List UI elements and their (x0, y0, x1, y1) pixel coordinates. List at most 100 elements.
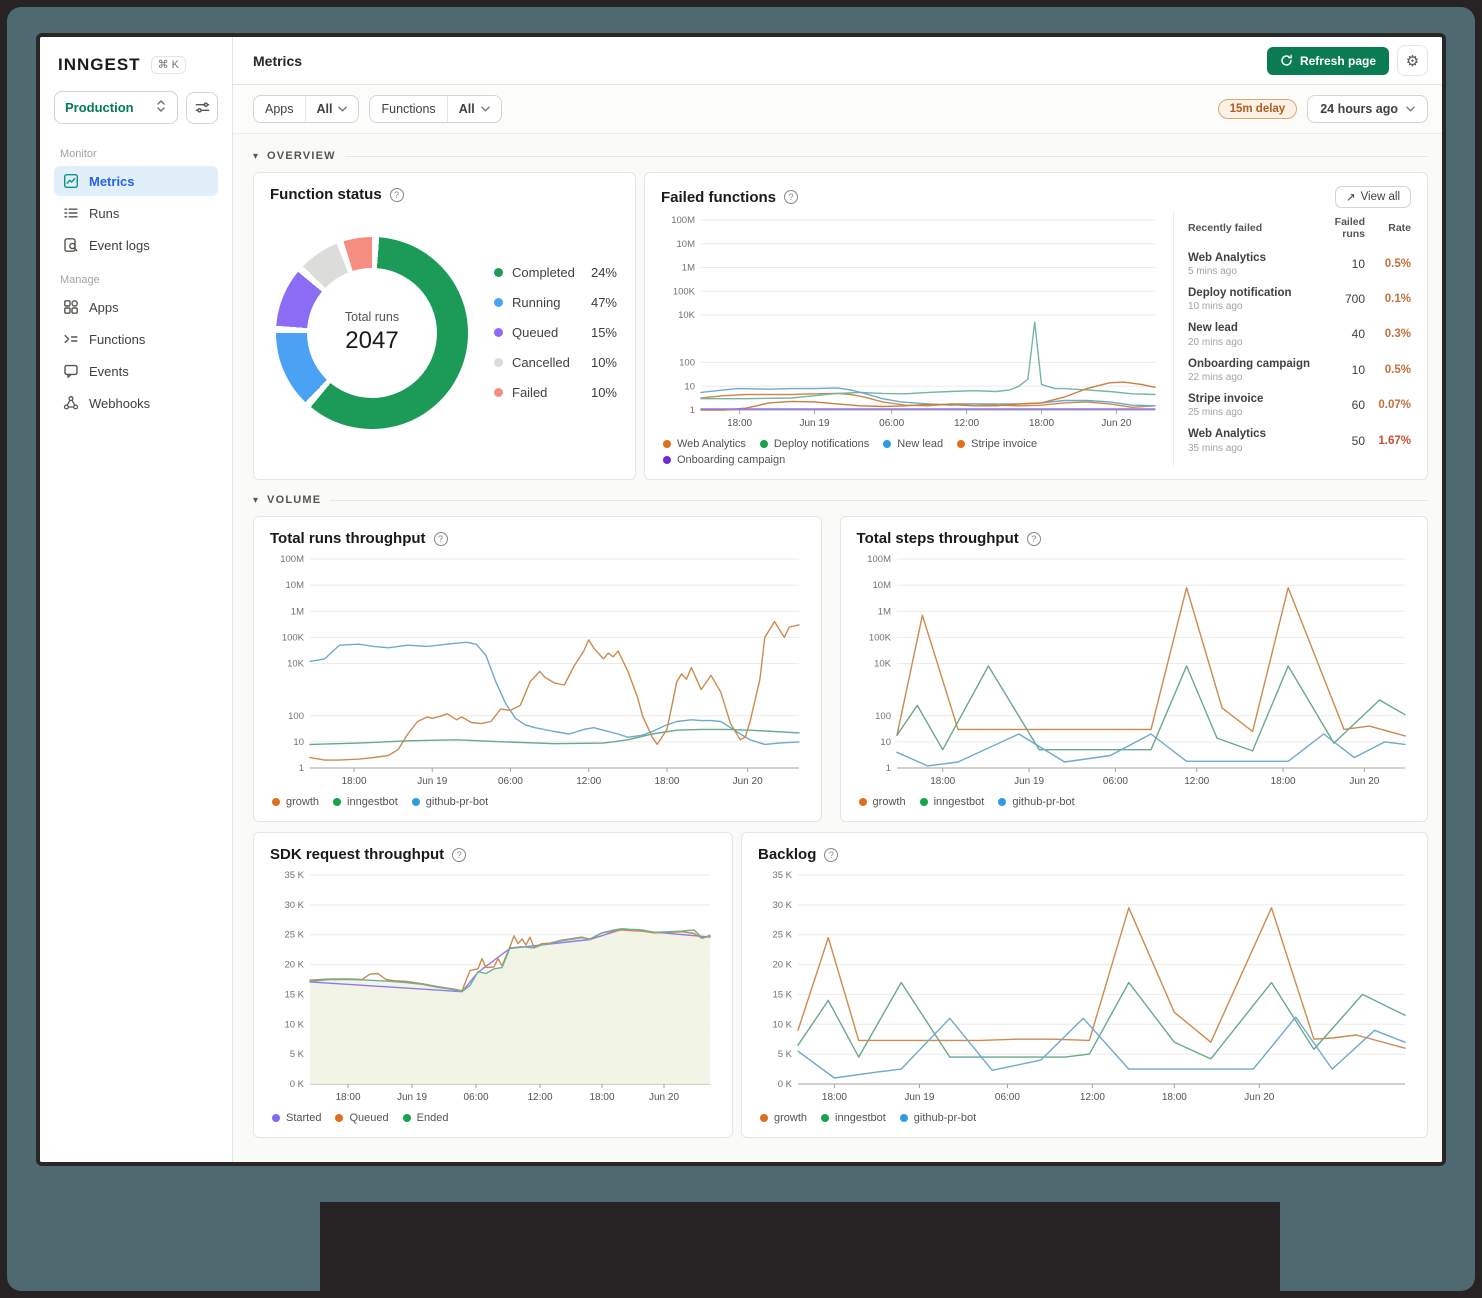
sidebar-item-apps[interactable]: Apps (54, 292, 218, 322)
sidebar-item-metrics[interactable]: Metrics (54, 166, 218, 196)
table-row[interactable]: Stripe invoice 25 mins ago 60 0.07% (1188, 388, 1411, 423)
environment-filter-button[interactable] (186, 91, 218, 124)
table-row[interactable]: Deploy notification 10 mins ago 700 0.1% (1188, 281, 1411, 316)
sidebar-item-webhooks[interactable]: Webhooks (54, 388, 218, 418)
svg-text:100M: 100M (671, 215, 695, 226)
filter-bar: Apps All Functions All 15m delay 24 hour… (233, 85, 1442, 134)
chevron-down-icon (338, 106, 348, 112)
function-status-legend: Completed 24% Running 47% Queued 15% Cancelled… (494, 265, 617, 400)
svg-text:06:00: 06:00 (879, 418, 904, 429)
legend-item: inngestbot (919, 796, 984, 808)
failed-runs-count: 10 (1351, 256, 1365, 271)
svg-text:10: 10 (880, 737, 891, 748)
legend-item: growth (760, 1112, 807, 1124)
svg-text:18:00: 18:00 (822, 1092, 847, 1103)
environment-select[interactable]: Production (54, 91, 178, 124)
svg-text:12:00: 12:00 (576, 776, 601, 787)
failed-function-name: Web Analytics (1188, 251, 1266, 264)
failed-functions-card: Failed functions ? ↗ View all 100M 10M 1M 1… (644, 172, 1428, 480)
help-icon[interactable]: ? (433, 531, 448, 546)
table-row[interactable]: New lead 20 mins ago 40 0.3% (1188, 317, 1411, 352)
legend-dot (411, 798, 420, 806)
svg-text:15 K: 15 K (284, 989, 304, 1000)
svg-text:20 K: 20 K (772, 960, 792, 971)
legend-dot (899, 1114, 908, 1122)
table-row[interactable]: Onboarding campaign 22 mins ago 10 0.5% (1188, 352, 1411, 387)
sidebar-item-label: Metrics (89, 173, 135, 189)
time-range-select[interactable]: 24 hours ago (1307, 95, 1428, 123)
monitor-stand (320, 1202, 1280, 1298)
overview-section-header[interactable]: ▾ OVERVIEW (253, 150, 1428, 162)
legend-dot (919, 798, 928, 806)
svg-text:06:00: 06:00 (463, 1092, 488, 1103)
sidebar-item-functions[interactable]: Functions (54, 324, 218, 354)
refresh-page-button[interactable]: Refresh page (1266, 46, 1389, 75)
svg-text:15 K: 15 K (772, 989, 792, 1000)
status-label: Failed (512, 385, 548, 400)
legend-dot (272, 798, 280, 806)
view-all-button[interactable]: ↗ View all (1334, 186, 1411, 208)
help-icon[interactable]: ? (389, 187, 404, 202)
functions-filter[interactable]: Functions All (369, 95, 502, 123)
failed-function-time: 22 mins ago (1188, 372, 1243, 383)
status-percentage: 10% (590, 385, 617, 400)
failed-runs-count: 700 (1344, 292, 1365, 307)
total-runs-chart: 100M 10M 1M 100K 10K 100 10 1 18:00 Jun 19 06:00 12… (270, 551, 805, 790)
legend-dot (663, 440, 671, 448)
event-logs-icon (63, 237, 79, 253)
sidebar-item-label: Apps (89, 299, 119, 315)
svg-text:35 K: 35 K (284, 870, 304, 881)
legend-dot (272, 1114, 280, 1122)
help-icon[interactable]: ? (784, 190, 799, 204)
sidebar-item-events[interactable]: Events (54, 356, 218, 386)
metrics-icon (63, 173, 79, 189)
sidebar-nav: Monitor Metrics Runs Event logs Manage Apps Fu… (54, 134, 218, 420)
command-k-shortcut[interactable]: ⌘ K (150, 56, 186, 74)
delay-badge: 15m delay (1217, 99, 1298, 119)
sidebar-item-label: Runs (89, 205, 120, 221)
legend-item: growth (272, 796, 319, 808)
caret-down-icon: ▾ (253, 494, 259, 506)
svg-text:18:00: 18:00 (589, 1092, 614, 1103)
content-area: ▾ OVERVIEW Function status ? Total runs … (233, 134, 1442, 1162)
failed-runs-count: 50 (1351, 433, 1365, 448)
sdk-requests-title: SDK request throughput (270, 846, 445, 863)
updown-chevrons-icon (155, 99, 167, 116)
functions-filter-value[interactable]: All (446, 96, 501, 122)
legend-item: Web Analytics (663, 438, 746, 450)
failed-rate: 0.3% (1384, 328, 1411, 341)
settings-button[interactable]: ⚙ (1397, 45, 1428, 76)
failed-rate: 0.5% (1384, 257, 1411, 270)
section-divider (330, 499, 1428, 501)
failed-function-time: 10 mins ago (1188, 301, 1243, 313)
svg-text:Jun 20: Jun 20 (1101, 418, 1131, 429)
svg-text:0 K: 0 K (290, 1079, 305, 1090)
failed-rate: 1.67% (1378, 434, 1411, 447)
apps-filter[interactable]: Apps All (253, 95, 360, 123)
table-row[interactable]: Web Analytics 35 mins ago 50 1.67% (1188, 423, 1411, 458)
failed-function-name: Web Analytics (1188, 428, 1266, 441)
svg-text:100M: 100M (280, 554, 304, 565)
volume-section-header[interactable]: ▾ VOLUME (253, 494, 1428, 506)
svg-text:10M: 10M (677, 239, 696, 250)
svg-text:1: 1 (885, 763, 890, 774)
svg-text:12:00: 12:00 (1080, 1092, 1105, 1103)
legend-item: github-pr-bot (998, 796, 1075, 808)
sidebar-item-event-logs[interactable]: Event logs (54, 230, 218, 260)
svg-text:100K: 100K (282, 632, 305, 643)
functions-filter-label: Functions (381, 102, 436, 116)
help-icon[interactable]: ? (824, 847, 839, 862)
help-icon[interactable]: ? (1026, 531, 1041, 546)
sidebar: INNGEST ⌘ K Production Monitor Metrics Run… (40, 37, 233, 1162)
table-row[interactable]: Web Analytics 5 mins ago 10 0.5% (1188, 246, 1411, 281)
recently-failed-table: Recently failed Failed runs Rate Web Analyt… (1173, 212, 1411, 466)
help-icon[interactable]: ? (452, 847, 467, 862)
legend-item: Deploy notifications (759, 438, 869, 450)
status-label: Completed (512, 265, 575, 280)
function-status-donut: Total runs 2047 (276, 236, 468, 429)
sidebar-item-runs[interactable]: Runs (54, 198, 218, 228)
apps-filter-value[interactable]: All (304, 96, 359, 122)
environment-select-value: Production (65, 100, 134, 115)
svg-text:06:00: 06:00 (498, 776, 523, 787)
apps-icon (63, 299, 79, 315)
